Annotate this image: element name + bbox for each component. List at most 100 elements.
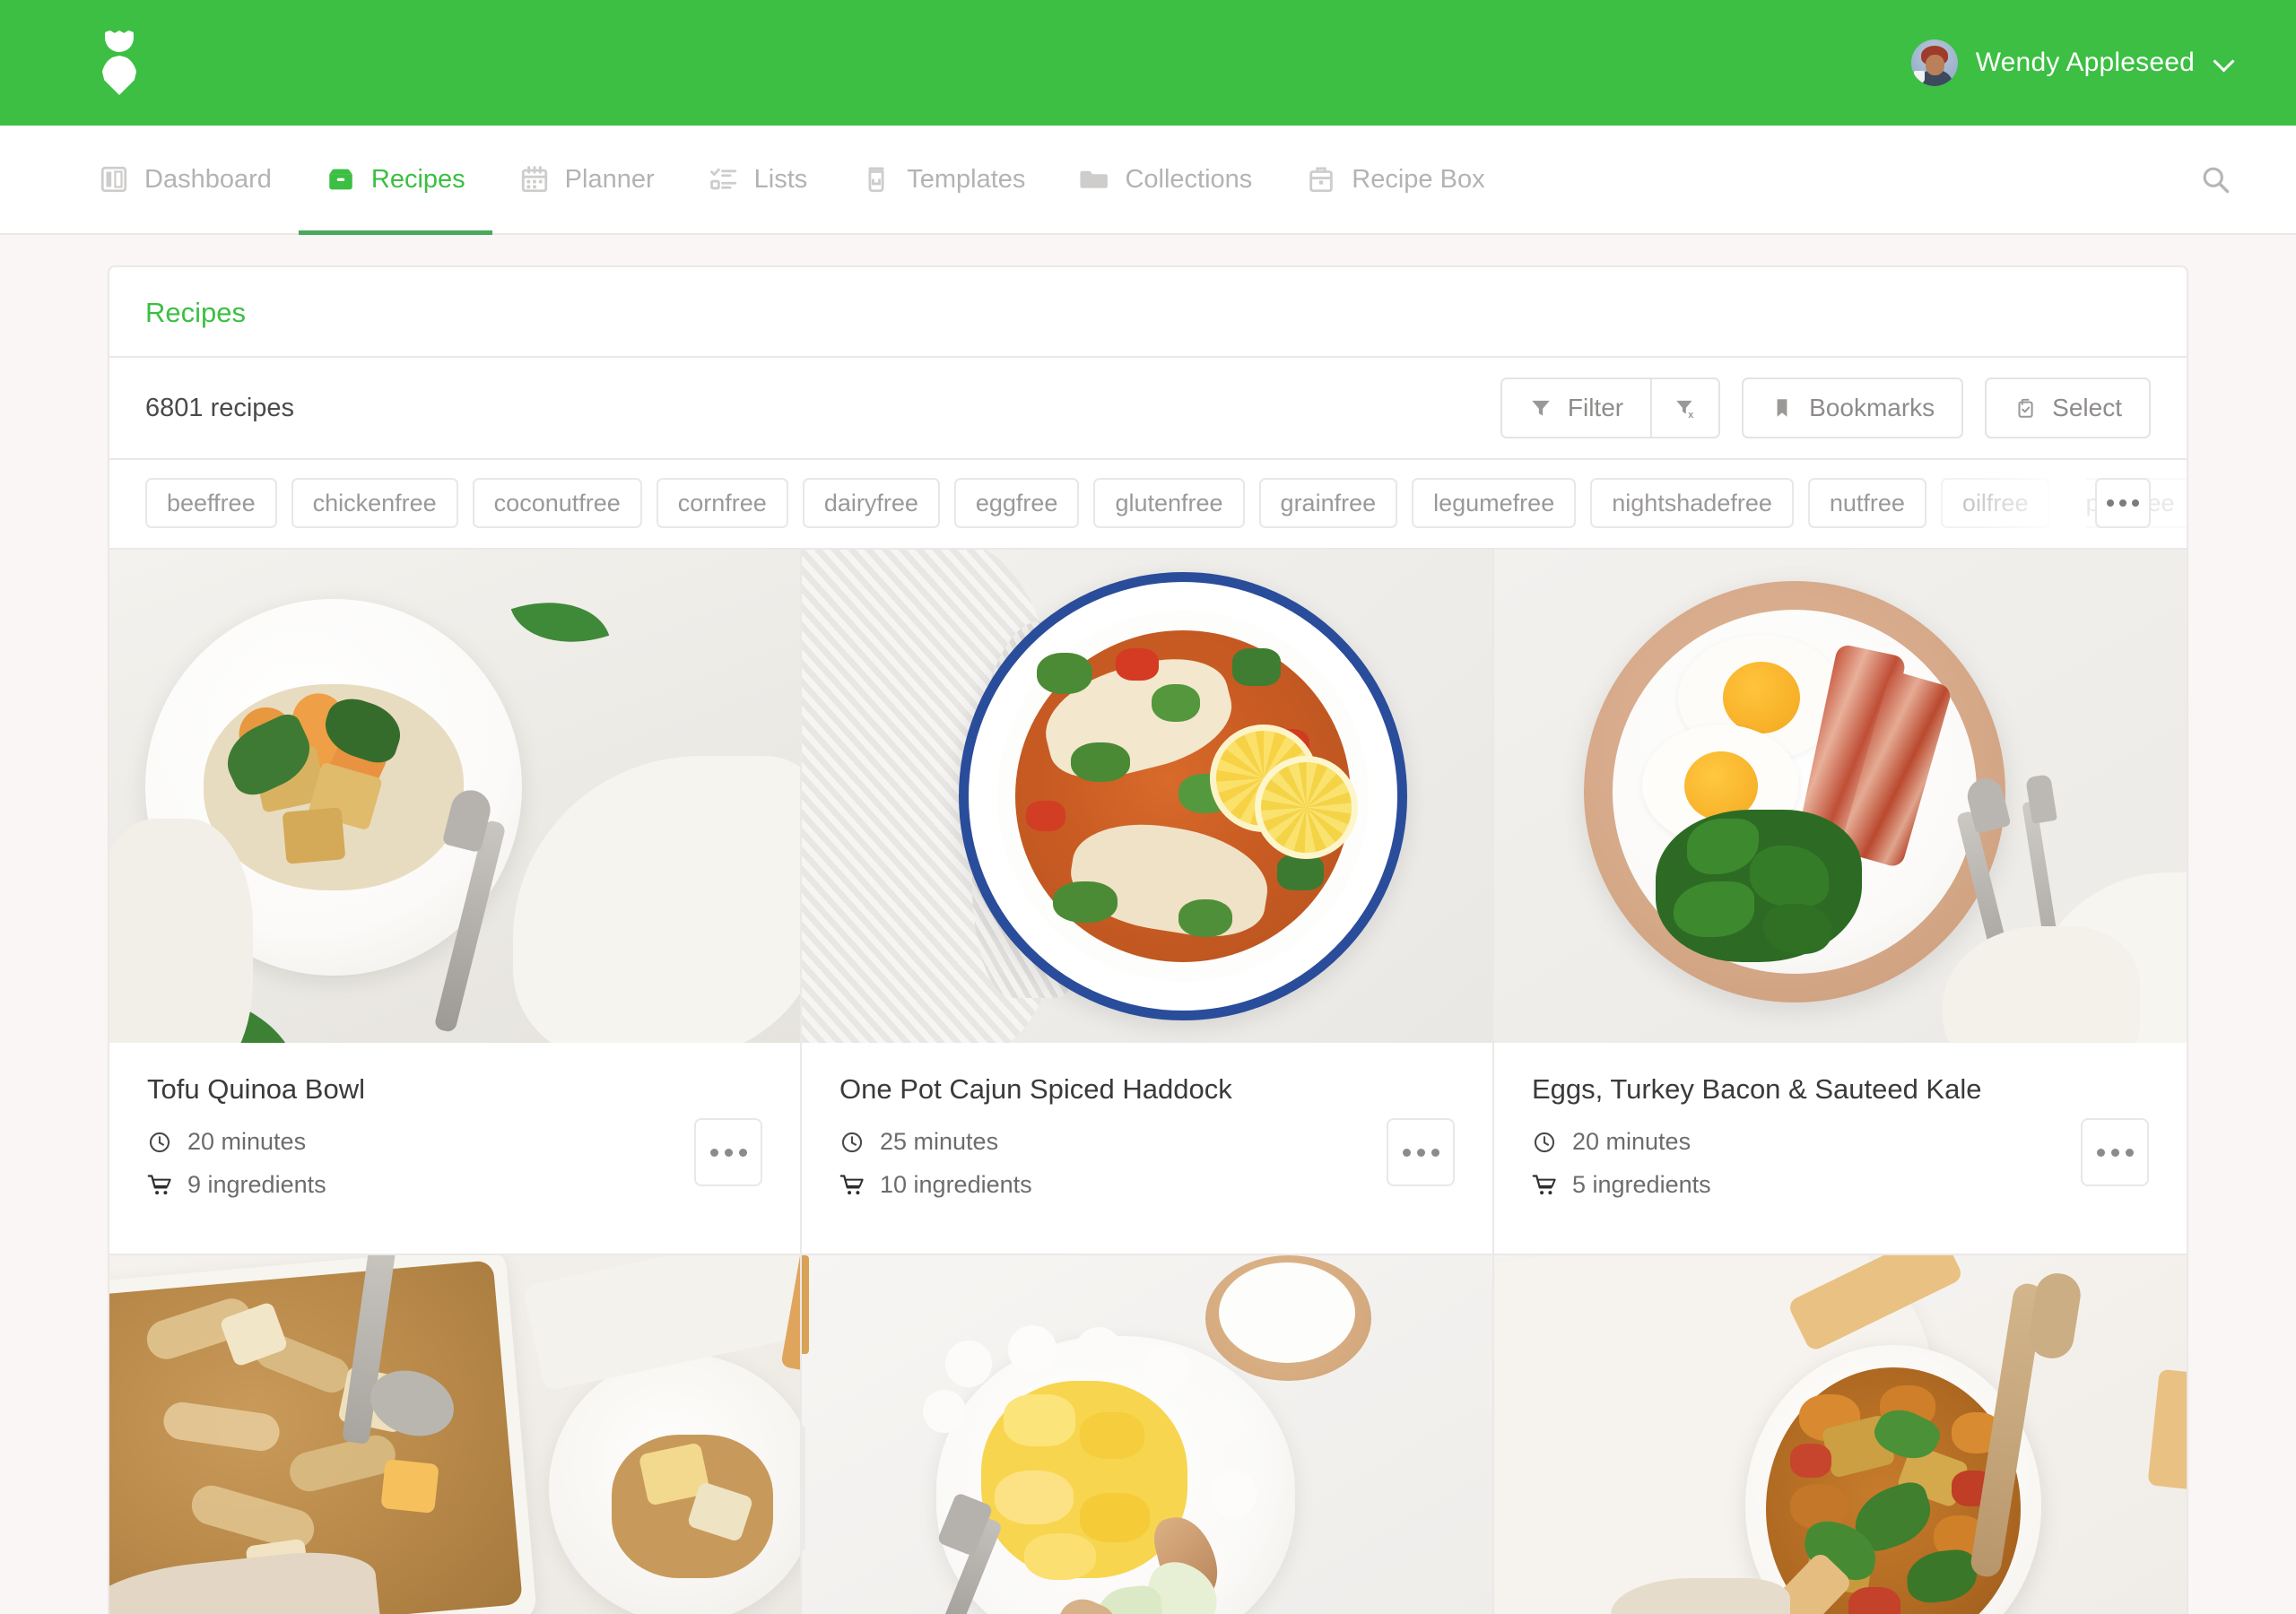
svg-text:x: x <box>1688 410 1693 420</box>
recipe-title[interactable]: Tofu Quinoa Bowl <box>147 1073 762 1106</box>
nav-label: Planner <box>564 164 655 194</box>
nav-label: Recipe Box <box>1352 164 1485 194</box>
ellipsis-icon <box>709 1148 747 1157</box>
filter-button[interactable]: Filter <box>1500 377 1651 438</box>
recipe-card-body: Eggs, Turkey Bacon & Sauteed Kale 20 min… <box>1494 1043 2187 1254</box>
recipe-more-button[interactable] <box>1387 1118 1455 1186</box>
user-menu[interactable]: Wendy Appleseed <box>1910 39 2235 86</box>
clock-icon <box>1534 1132 1555 1152</box>
nav-item-dashboard[interactable]: Dashboard <box>99 126 299 233</box>
recipe-time-label: 20 minutes <box>1572 1128 1692 1155</box>
bookmarks-button[interactable]: Bookmarks <box>1742 377 1964 438</box>
calendar-icon <box>521 166 547 193</box>
nav-label: Collections <box>1125 164 1253 194</box>
nav-item-collections[interactable]: Collections <box>1052 126 1279 233</box>
recipe-ingredients-label: 10 ingredients <box>880 1171 1032 1198</box>
recipe-more-button[interactable] <box>2081 1118 2149 1186</box>
nav-label: Dashboard <box>144 164 272 194</box>
clock-icon <box>841 1132 863 1152</box>
recipe-title[interactable]: One Pot Cajun Spiced Haddock <box>839 1073 1455 1106</box>
jar-icon <box>868 167 884 193</box>
recipe-grid: Tofu Quinoa Bowl 20 minutes 9 ingredient… <box>109 550 2187 1614</box>
toolbar-buttons: Filter x Bookmarks Select <box>1500 377 2151 438</box>
recipe-count: 6801 recipes <box>145 393 295 422</box>
nav-item-planner[interactable]: Planner <box>492 126 682 233</box>
recipe-ingredients: 9 ingredients <box>147 1171 762 1199</box>
tag-more-button[interactable] <box>2095 478 2151 528</box>
tag-chip[interactable]: cornfree <box>656 478 788 528</box>
recipe-time: 20 minutes <box>1532 1128 2149 1156</box>
tag-chip[interactable]: coconutfree <box>472 478 642 528</box>
tag-chip[interactable]: chickenfree <box>291 478 458 528</box>
recipe-ingredients-label: 5 ingredients <box>1572 1171 1711 1198</box>
dashboard-icon <box>100 166 127 193</box>
recipe-image-lentil-stew[interactable] <box>1494 1255 2187 1614</box>
recipe-image-eggs-turkey-bacon-kale[interactable] <box>1494 550 2187 1043</box>
filter-button-group: Filter x <box>1500 377 1721 438</box>
recipe-more-button[interactable] <box>694 1118 762 1186</box>
recipe-image-baked-oatmeal[interactable] <box>109 1255 800 1614</box>
recipe-time: 20 minutes <box>147 1128 762 1156</box>
recipe-image-tofu-quinoa-bowl[interactable] <box>109 550 800 1043</box>
page-title: Recipes <box>145 297 246 328</box>
bookmark-icon <box>1777 399 1787 417</box>
nav-label: Recipes <box>370 164 465 194</box>
recipe-card: Eggs, Turkey Bacon & Sauteed Kale 20 min… <box>1494 550 2187 1255</box>
recipe-card: Tofu Quinoa Bowl 20 minutes 9 ingredient… <box>109 550 802 1255</box>
recipe-card <box>802 1255 1494 1614</box>
recipe-ingredients-label: 9 ingredients <box>187 1171 326 1198</box>
nav-item-lists[interactable]: Lists <box>682 126 835 233</box>
tag-chip[interactable]: grainfree <box>1258 478 1398 528</box>
recipe-card-body: Tofu Quinoa Bowl 20 minutes 9 ingredient… <box>109 1043 800 1254</box>
panel-header: Recipes <box>109 267 2187 358</box>
recipe-time-label: 25 minutes <box>880 1128 999 1155</box>
recipe-ingredients: 5 ingredients <box>1532 1171 2149 1199</box>
recipe-card <box>109 1255 802 1614</box>
tag-chip[interactable]: legumefree <box>1412 478 1577 528</box>
recipe-time: 25 minutes <box>839 1128 1455 1156</box>
recipe-image-cajun-haddock[interactable] <box>802 550 1492 1043</box>
tag-chip[interactable]: eggfree <box>953 478 1080 528</box>
select-button[interactable]: Select <box>1985 377 2151 438</box>
chevron-down-icon <box>2213 49 2235 73</box>
user-name: Wendy Appleseed <box>1975 48 2195 77</box>
nav-label: Templates <box>907 164 1026 194</box>
recipe-card: One Pot Cajun Spiced Haddock 25 minutes <box>802 550 1494 1255</box>
tag-chip[interactable]: dairyfree <box>802 478 940 528</box>
tag-filter-row: beeffree chickenfree coconutfree cornfre… <box>109 460 2187 550</box>
search-icon <box>2203 167 2230 194</box>
nav-label: Lists <box>753 164 808 194</box>
filter-label: Filter <box>1567 394 1624 421</box>
select-label: Select <box>2052 394 2122 421</box>
funnel-icon <box>1532 400 1550 416</box>
recipes-panel: Recipes 6801 recipes Filter x Bookmarks … <box>108 265 2188 1614</box>
main-nav: Dashboard Recipes Planner Lists Template… <box>0 126 2296 235</box>
tag-chip[interactable]: glutenfree <box>1093 478 1245 528</box>
recipe-image-scrambled-eggs-apple[interactable] <box>802 1255 1492 1614</box>
recipe-title[interactable]: Eggs, Turkey Bacon & Sauteed Kale <box>1532 1073 2149 1106</box>
tag-chip[interactable]: oilfree <box>1940 478 2050 528</box>
cart-icon <box>839 1174 864 1194</box>
clear-filter-button[interactable]: x <box>1650 377 1721 438</box>
tag-chip[interactable]: beeffree <box>145 478 277 528</box>
select-checkbox-icon <box>2018 398 2033 418</box>
nav-item-recipes[interactable]: Recipes <box>298 126 492 235</box>
ellipsis-icon <box>1402 1148 1439 1157</box>
ellipsis-icon <box>2107 499 2139 507</box>
folder-icon <box>1080 170 1109 188</box>
nav-item-recipe-box[interactable]: Recipe Box <box>1279 126 1511 233</box>
recipe-card-body: One Pot Cajun Spiced Haddock 25 minutes <box>802 1043 1492 1254</box>
logo-bulb <box>101 56 137 95</box>
tag-chip[interactable]: nutfree <box>1807 478 1926 528</box>
search-button[interactable] <box>2199 126 2231 233</box>
tag-chip[interactable]: nightshadefree <box>1590 478 1794 528</box>
ellipsis-icon <box>2096 1148 2134 1157</box>
nav-item-templates[interactable]: Templates <box>834 126 1052 233</box>
top-bar: Wendy Appleseed <box>0 0 2296 126</box>
recipe-box-icon <box>1309 167 1334 193</box>
beet-logo-icon[interactable] <box>99 30 140 95</box>
funnel-clear-icon: x <box>1676 400 1693 420</box>
logo-leaf <box>105 30 134 52</box>
recipe-time-label: 20 minutes <box>187 1128 307 1155</box>
